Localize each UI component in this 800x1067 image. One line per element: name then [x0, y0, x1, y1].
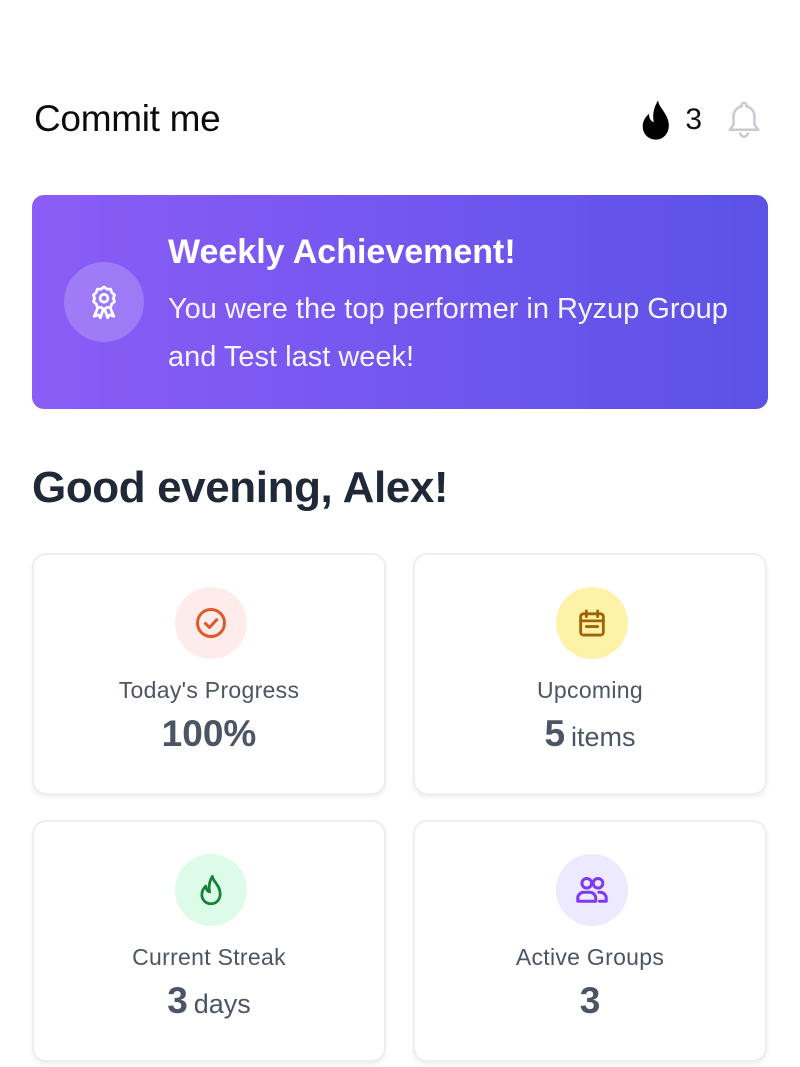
users-icon: [556, 854, 628, 926]
flame-icon[interactable]: [637, 97, 675, 143]
app-header: Commit me 3: [0, 0, 800, 170]
stat-value: 3 days: [34, 980, 384, 1022]
app-title: Commit me: [34, 98, 221, 139]
stat-value: 100%: [34, 713, 384, 755]
header-actions: 3: [637, 97, 764, 143]
check-circle-icon: [175, 587, 247, 659]
banner-message: You were the top performer in Ryzup Grou…: [168, 293, 728, 373]
stat-card-todays-progress[interactable]: Today's Progress 100%: [32, 553, 386, 795]
stat-number: 100%: [161, 713, 257, 754]
stat-value: 3: [415, 980, 765, 1022]
achievement-banner[interactable]: Weekly Achievement! You were the top per…: [32, 195, 768, 409]
stat-number: 3: [579, 980, 601, 1021]
flame-icon: [175, 854, 247, 926]
stat-label: Active Groups: [515, 944, 665, 970]
bell-icon[interactable]: [724, 97, 764, 143]
stat-label: Today's Progress: [118, 677, 300, 703]
award-ribbon-icon: [64, 262, 144, 342]
stat-card-current-streak[interactable]: Current Streak 3 days: [32, 820, 386, 1062]
banner-title: Weekly Achievement!: [168, 233, 516, 271]
calendar-icon: [556, 587, 628, 659]
stat-unit: items: [571, 722, 636, 752]
stat-number: 5: [544, 713, 566, 754]
greeting-heading: Good evening, Alex!: [32, 463, 449, 512]
streak-count: 3: [685, 103, 702, 136]
stat-value: 5 items: [415, 713, 765, 755]
stat-label: Upcoming: [537, 677, 643, 703]
stat-label: Current Streak: [132, 944, 286, 970]
stat-number: 3: [167, 980, 188, 1021]
stat-card-upcoming[interactable]: Upcoming 5 items: [413, 553, 767, 795]
stat-unit: days: [193, 989, 251, 1019]
stat-card-active-groups[interactable]: Active Groups 3: [413, 820, 767, 1062]
